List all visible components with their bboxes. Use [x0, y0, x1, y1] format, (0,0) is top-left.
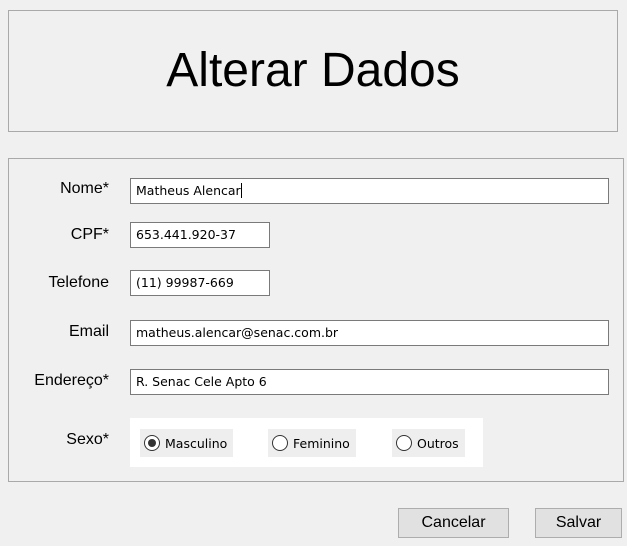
radio-feminino-label: Feminino [293, 435, 350, 451]
header-panel: Alterar Dados [8, 10, 618, 132]
radio-selected-icon [144, 435, 160, 451]
nome-field[interactable]: Matheus Alencar [130, 178, 609, 204]
radio-unselected-icon [272, 435, 288, 451]
telefone-field[interactable]: (11) 99987-669 [130, 270, 270, 296]
endereco-label: Endereço* [34, 372, 109, 389]
cpf-label: CPF* [70, 226, 109, 243]
radio-outros[interactable]: Outros [392, 429, 465, 457]
save-button[interactable]: Salvar [535, 508, 622, 538]
radio-feminino[interactable]: Feminino [268, 429, 356, 457]
cpf-field[interactable]: 653.441.920-37 [130, 222, 270, 248]
telefone-label: Telefone [48, 274, 110, 291]
sexo-label: Sexo* [66, 431, 109, 448]
nome-value: Matheus Alencar [136, 183, 241, 198]
email-label: Email [68, 323, 109, 340]
page-title: Alterar Dados [166, 43, 460, 97]
radio-masculino-label: Masculino [165, 435, 228, 451]
cancel-button[interactable]: Cancelar [398, 508, 509, 538]
sexo-radio-group: Masculino Feminino Outros [130, 418, 483, 467]
text-caret [240, 183, 242, 198]
email-field[interactable]: matheus.alencar@senac.com.br [130, 320, 609, 346]
radio-masculino[interactable]: Masculino [140, 429, 234, 457]
endereco-field[interactable]: R. Senac Cele Apto 6 [130, 369, 609, 395]
radio-outros-label: Outros [417, 435, 459, 451]
nome-label: Nome* [60, 180, 109, 197]
radio-unselected-icon [396, 435, 412, 451]
